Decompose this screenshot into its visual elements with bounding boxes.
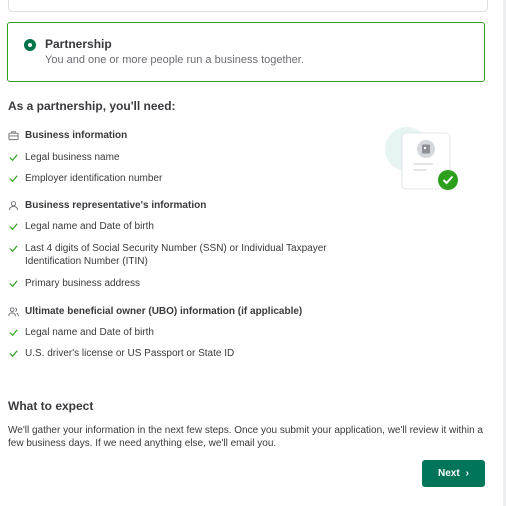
- next-button[interactable]: Next ›: [422, 460, 485, 487]
- checkmark-icon: [9, 154, 18, 162]
- requirements-heading: As a partnership, you'll need:: [8, 99, 176, 113]
- section-title: Business representative's information: [25, 200, 207, 211]
- what-to-expect-text: We'll gather your information in the nex…: [8, 425, 483, 449]
- option-description: You and one or more people run a busines…: [45, 54, 304, 66]
- list-item-label: Primary business address: [25, 278, 141, 289]
- people-icon: [8, 307, 19, 317]
- option-title: Partnership: [45, 37, 112, 51]
- partnership-option-card[interactable]: Partnership You and one or more people r…: [7, 22, 485, 82]
- list-item-label: Legal name and Date of birth: [25, 327, 154, 338]
- person-icon: [8, 201, 19, 211]
- section-title: Business information: [25, 130, 128, 141]
- what-to-expect-heading: What to expect: [8, 399, 94, 413]
- checkmark-icon: [9, 280, 18, 288]
- list-item-label: Last 4 digits of Social Security Number …: [25, 243, 327, 267]
- next-button-label: Next: [437, 468, 460, 479]
- list-item-label: Employer identification number: [25, 173, 163, 184]
- checkmark-icon: [9, 245, 18, 253]
- list-item-label: Legal name and Date of birth: [25, 221, 154, 232]
- radio-selected-icon[interactable]: [24, 39, 36, 51]
- list-item-label: U.S. driver's license or US Passport or …: [25, 348, 235, 359]
- chevron-right-icon: ›: [465, 468, 470, 479]
- section-title: Ultimate beneficial owner (UBO) informat…: [25, 306, 303, 317]
- document-check-illustration: [385, 127, 458, 190]
- checkmark-icon: [9, 223, 18, 231]
- briefcase-icon: [8, 131, 19, 141]
- checkmark-icon: [9, 175, 18, 183]
- list-item-label: Legal business name: [25, 152, 120, 163]
- checkmark-icon: [9, 329, 18, 337]
- checkmark-icon: [9, 350, 18, 358]
- previous-option-card[interactable]: [8, 0, 488, 12]
